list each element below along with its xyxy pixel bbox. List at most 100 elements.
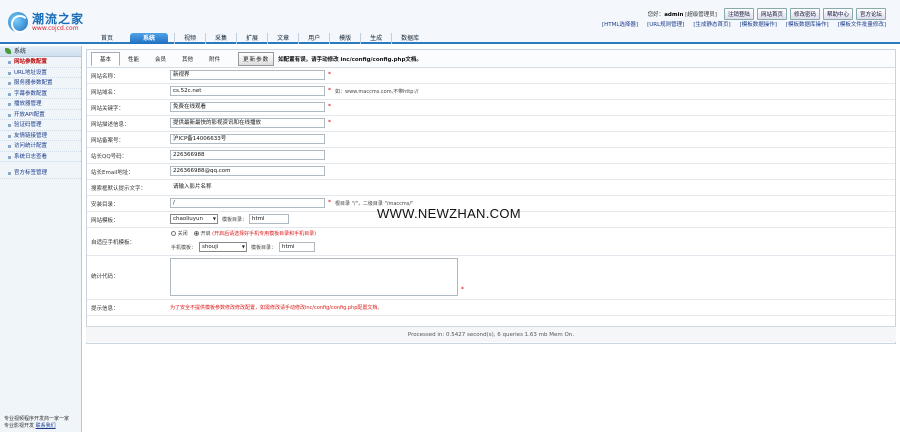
sidebar-item-captcha[interactable]: 验证码管理 <box>0 120 81 131</box>
row-mobile: 自适应手机模板： 关闭 开启 (开启后请选择好手机专用模板目录和手机目录) 手机… <box>87 228 895 256</box>
footer-line: 专业影视开发 联系我们 <box>4 423 80 430</box>
label-search-tip: 搜索框默认提示文字： <box>91 186 147 192</box>
header: 潮流之家 www.cojcd.com 您好：admin [超级管理员] 注销登陆… <box>0 0 900 44</box>
quick-link-html-selector[interactable]: [HTML选择器] <box>602 20 638 28</box>
status-bar: Processed in: 0.5427 second(s), 6 querie… <box>86 326 896 342</box>
site-desc-input[interactable]: 提供最新最快的影视资讯和在线播放 <box>170 118 325 128</box>
mobile-template-select[interactable]: shouji <box>199 242 247 252</box>
site-keywords-input[interactable]: 免费在线观看 <box>170 102 325 112</box>
qq-input[interactable]: 226366988 <box>170 150 325 160</box>
sidebar-item-url-settings[interactable]: URL地址设置 <box>0 68 81 78</box>
label-site-desc: 网站描述信息： <box>91 122 130 128</box>
leaf-icon <box>5 48 11 54</box>
sidebar-item-stats[interactable]: 访问统计配置 <box>0 141 81 152</box>
logo-domain: www.cojcd.com <box>32 25 79 32</box>
label-notice: 提示信息： <box>91 306 119 312</box>
notice-text: 为了安全不提供模板参数修改修改配置，如需修改请手动修改inc/config/co… <box>170 305 383 311</box>
user-info: 您好：admin [超级管理员] <box>648 10 717 18</box>
nav-tab-video[interactable]: 视频 <box>174 33 205 44</box>
label-stats: 统计代码： <box>91 274 119 280</box>
install-dir-input[interactable]: / <box>170 198 325 208</box>
label-template-dir: 模板目录： <box>222 217 248 223</box>
quick-link-batch-edit[interactable]: [模板文件批量修改] <box>838 20 886 28</box>
mobile-off-label: 关闭 <box>177 231 188 237</box>
label-site-url: 网站域名： <box>91 90 119 96</box>
required-mark: * <box>328 87 331 94</box>
site-name-input[interactable]: 新视界 <box>170 70 325 80</box>
nav-tab-extend[interactable]: 扩展 <box>236 33 267 44</box>
config-tip: 如配置有误，请手动修改 inc/config/config.php文档。 <box>278 56 422 63</box>
official-forum-button[interactable]: 官方论坛 <box>855 8 886 20</box>
tab-member[interactable]: 会员 <box>147 53 174 65</box>
mobile-on-radio[interactable] <box>193 231 199 236</box>
nav-tab-database[interactable]: 数据库 <box>391 33 428 44</box>
label-install-dir: 安装目录： <box>91 202 119 208</box>
tab-other[interactable]: 其他 <box>174 53 201 65</box>
sidebar-item-api[interactable]: 开放API配置 <box>0 110 81 120</box>
required-mark: * <box>461 286 464 293</box>
sidebar-header: 系统 <box>0 46 81 57</box>
label-mobile-dir: 模板目录： <box>251 245 277 251</box>
sidebar-item-logs[interactable]: 系统日志查看 <box>0 152 81 162</box>
settings-panel: 基本 性能 会员 其他 附件 更新参数 如配置有误，请手动修改 inc/conf… <box>86 49 896 344</box>
label-mobile: 自适应手机模板： <box>91 240 136 246</box>
update-params-button[interactable]: 更新参数 <box>238 51 275 66</box>
row-site-url: 网站域名： cs.52c.net * 如：www.maccms.com,不带ht… <box>87 84 895 100</box>
required-mark: * <box>328 103 331 110</box>
sidebar-item-tags[interactable]: 官方标签管理 <box>0 168 81 179</box>
contact-link[interactable]: 联系我们 <box>36 423 56 429</box>
quick-link-template-data[interactable]: [模板数据操作] <box>740 20 777 28</box>
quick-links: [HTML选择器] [URL规则管理] [生成静态首页] [模板数据操作] [模… <box>602 20 886 28</box>
site-url-input[interactable]: cs.52c.net <box>170 86 325 96</box>
row-email: 站长Email地址： 226366988@qq.com <box>87 164 895 180</box>
sidebar-item-player[interactable]: 播放器管理 <box>0 99 81 110</box>
help-center-button[interactable]: 帮助中心 <box>822 8 853 20</box>
label-template: 网站模板： <box>91 218 119 224</box>
user-role: [超级管理员] <box>685 12 717 18</box>
logo-swirl-icon <box>8 12 29 33</box>
tab-performance[interactable]: 性能 <box>120 53 147 65</box>
row-search-tip: 搜索框默认提示文字： 请输入影片名称 <box>87 180 895 196</box>
site-home-button[interactable]: 网站首页 <box>756 8 787 20</box>
label-site-name: 网站名称： <box>91 74 119 80</box>
mobile-on-label: 开启 <box>200 231 211 237</box>
sidebar: 系统 网站参数配置 URL地址设置 服务器参数配置 字幕参数配置 播放器管理 开… <box>0 46 82 432</box>
mobile-note: (开启后请选择好手机专用模板目录和手机目录) <box>212 231 317 237</box>
quick-link-url-rules[interactable]: [URL规则管理] <box>647 20 684 28</box>
label-icp: 网站备案号： <box>91 138 125 144</box>
quick-link-template-db[interactable]: [模板数据库操作] <box>786 20 829 28</box>
quick-link-gen-home[interactable]: [生成静态首页] <box>693 20 730 28</box>
sidebar-footer: 专业视频程序开发商一家一家 专业影视开发 联系我们 <box>4 416 80 430</box>
row-icp: 网站备案号： 沪ICP备14006633号 <box>87 132 895 148</box>
nav-tab-user[interactable]: 用户 <box>298 33 329 44</box>
nav-tab-template[interactable]: 模版 <box>329 33 360 44</box>
nav-tab-generate[interactable]: 生成 <box>360 33 391 44</box>
footer-link-prefix: 专业影视开发 <box>4 423 35 429</box>
watermark: WWW.NEWZHAN.COM <box>377 206 521 221</box>
mobile-dir-input[interactable]: html <box>279 242 315 252</box>
icp-input[interactable]: 沪ICP备14006633号 <box>170 134 325 144</box>
footer-text: 专业视频程序开发商一家一家 <box>4 416 70 422</box>
tab-attachment[interactable]: 附件 <box>201 53 228 65</box>
sidebar-item-subtitle-config[interactable]: 字幕参数配置 <box>0 89 81 99</box>
change-password-button[interactable]: 修改密码 <box>789 8 820 20</box>
mobile-off-radio[interactable] <box>171 231 176 236</box>
nav-tab-collect[interactable]: 采集 <box>205 33 236 44</box>
sidebar-item-site-config[interactable]: 网站参数配置 <box>0 57 81 68</box>
template-dir-input[interactable]: html <box>249 214 289 224</box>
search-tip-input[interactable]: 请输入影片名称 <box>170 182 325 192</box>
nav-home[interactable]: 首页 <box>90 33 124 44</box>
label-qq: 站长QQ号码： <box>91 154 128 160</box>
row-qq: 站长QQ号码： 226366988 <box>87 148 895 164</box>
tab-basic[interactable]: 基本 <box>91 51 121 66</box>
stats-code-textarea[interactable] <box>170 258 458 296</box>
template-select[interactable]: chaoliuyun <box>170 214 218 224</box>
sidebar-item-links[interactable]: 友情链接管理 <box>0 131 81 141</box>
row-site-name: 网站名称： 新视界 * <box>87 68 895 84</box>
logout-button[interactable]: 注销登陆 <box>723 8 754 20</box>
user-bar: 您好：admin [超级管理员] 注销登陆 网站首页 修改密码 帮助中心 官方论… <box>648 8 886 20</box>
nav-tab-article[interactable]: 文章 <box>267 33 298 44</box>
email-input[interactable]: 226366988@qq.com <box>170 166 325 176</box>
nav-tab-system[interactable]: 系统 <box>130 33 169 44</box>
sidebar-item-server-config[interactable]: 服务器参数配置 <box>0 78 81 89</box>
